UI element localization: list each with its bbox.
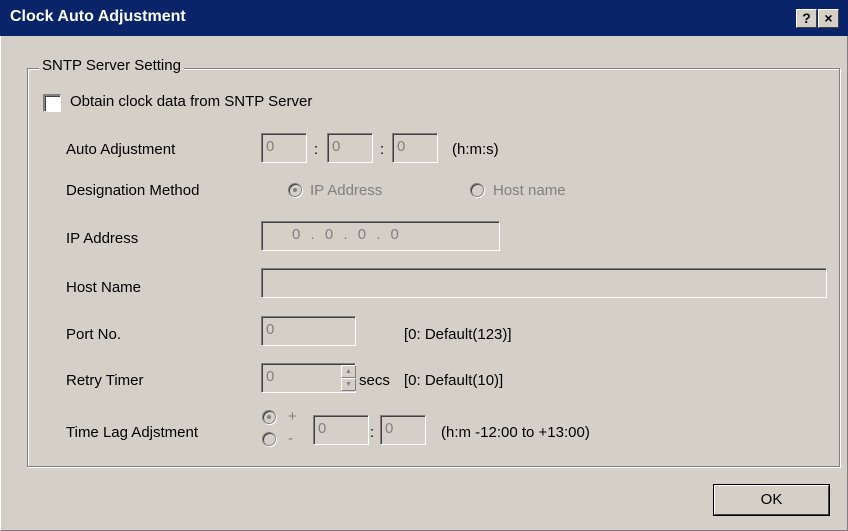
ip-address-field[interactable]: 0 . 0 . 0 . 0 <box>261 221 500 251</box>
time-lag-hint: (h:m -12:00 to +13:00) <box>441 424 590 441</box>
ip-address-label: IP Address <box>66 230 139 247</box>
host-name-field[interactable] <box>261 268 827 298</box>
host-name-radio[interactable] <box>470 183 484 197</box>
host-name-radio-label[interactable]: Host name <box>493 182 566 199</box>
chevron-up-icon[interactable]: ▲ <box>341 365 356 378</box>
time-lag-plus-radio[interactable] <box>262 410 276 424</box>
retry-timer-hint: [0: Default(10)] <box>404 372 504 389</box>
ok-button[interactable]: OK <box>713 484 830 516</box>
auto-adjust-seconds-field[interactable]: 0 <box>392 133 438 163</box>
auto-adjust-hint: (h:m:s) <box>452 141 499 158</box>
retry-timer-label: Retry Timer <box>66 372 144 389</box>
time-lag-minus-radio[interactable] <box>262 432 276 446</box>
auto-adjust-hours-field[interactable]: 0 <box>261 133 307 163</box>
port-label: Port No. <box>66 326 122 343</box>
title-bar: Clock Auto Adjustment ? × <box>0 0 848 36</box>
ip-address-radio[interactable] <box>288 183 302 197</box>
ip-address-radio-label[interactable]: IP Address <box>310 182 382 199</box>
retry-timer-unit: secs <box>359 372 390 389</box>
time-lag-label: Time Lag Adjstment <box>66 424 199 441</box>
auto-adjust-minutes-field[interactable]: 0 <box>327 133 373 163</box>
time-separator: : <box>314 141 319 158</box>
port-field[interactable]: 0 <box>261 316 356 346</box>
retry-timer-spinner[interactable]: ▲ ▼ <box>341 365 356 391</box>
port-hint: [0: Default(123)] <box>404 326 512 343</box>
time-separator: : <box>380 141 385 158</box>
close-button[interactable]: × <box>818 9 839 28</box>
window-title: Clock Auto Adjustment <box>10 8 186 25</box>
group-legend: SNTP Server Setting <box>39 57 184 74</box>
time-lag-minutes-field[interactable]: 0 <box>380 415 426 445</box>
chevron-down-icon[interactable]: ▼ <box>341 378 356 391</box>
host-name-label: Host Name <box>66 279 142 296</box>
auto-adjustment-label: Auto Adjustment <box>66 141 176 158</box>
designation-method-label: Designation Method <box>66 182 200 199</box>
time-separator: : <box>370 424 375 441</box>
obtain-clock-label[interactable]: Obtain clock data from SNTP Server <box>70 93 312 110</box>
help-button[interactable]: ? <box>796 9 817 28</box>
time-lag-hours-field[interactable]: 0 <box>313 415 369 445</box>
time-lag-plus-label[interactable]: + <box>288 408 297 425</box>
time-lag-minus-label[interactable]: - <box>288 430 293 447</box>
obtain-clock-checkbox[interactable] <box>43 94 61 112</box>
